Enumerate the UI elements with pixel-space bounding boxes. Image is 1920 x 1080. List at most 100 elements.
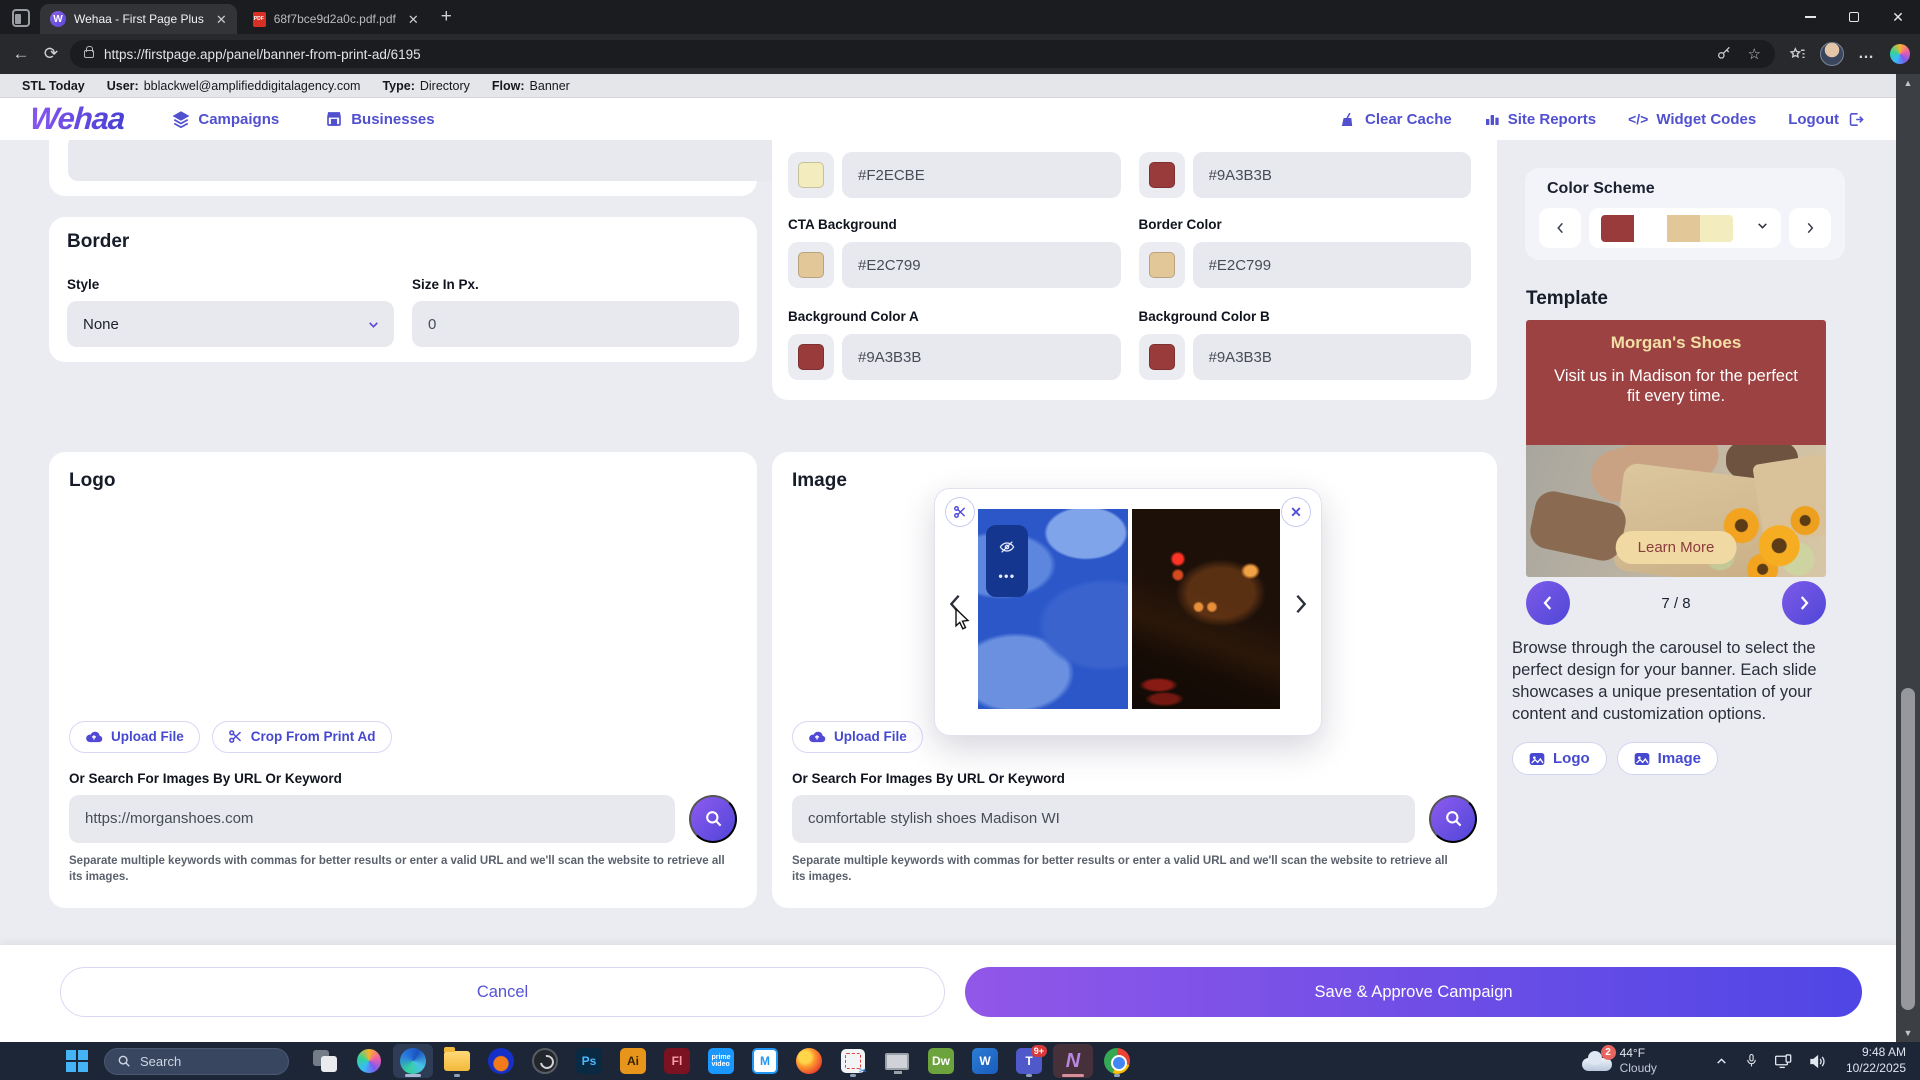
scheme-swatch-strip[interactable] bbox=[1589, 208, 1781, 248]
firefox-icon[interactable] bbox=[789, 1044, 829, 1078]
taskbar-search[interactable]: Search bbox=[104, 1048, 289, 1075]
background-color-b-input[interactable] bbox=[1193, 334, 1472, 380]
color-swatch-button[interactable] bbox=[788, 242, 834, 288]
chrome-icon[interactable] bbox=[1097, 1044, 1137, 1078]
logo-search-button[interactable] bbox=[689, 795, 737, 843]
volume-icon[interactable] bbox=[1809, 1054, 1826, 1069]
close-button[interactable]: ✕ bbox=[1876, 0, 1920, 34]
taskbar-copilot-icon[interactable] bbox=[349, 1044, 389, 1078]
task-view-icon[interactable] bbox=[305, 1044, 345, 1078]
template-prev-button[interactable] bbox=[1526, 581, 1570, 625]
color-swatch[interactable] bbox=[1149, 344, 1175, 370]
carousel-next-icon[interactable] bbox=[1293, 593, 1309, 620]
dreamweaver-icon[interactable]: Dw bbox=[921, 1044, 961, 1078]
image-search-input[interactable] bbox=[792, 795, 1415, 843]
banner-learn-more-button[interactable]: Learn More bbox=[1616, 531, 1737, 564]
wehaa-logo[interactable]: Wehaa bbox=[29, 101, 126, 137]
color-swatch-button[interactable] bbox=[788, 152, 834, 198]
site-reports-button[interactable]: Site Reports bbox=[1484, 111, 1596, 128]
logo-search-input[interactable] bbox=[69, 795, 675, 843]
color-swatch[interactable] bbox=[798, 344, 824, 370]
image-upload-file-button[interactable]: Upload File bbox=[792, 721, 923, 753]
tab-wehaa[interactable]: W Wehaa - First Page Plus ✕ bbox=[40, 4, 237, 34]
more-options-icon[interactable]: ••• bbox=[998, 569, 1015, 583]
cancel-button[interactable]: Cancel bbox=[60, 967, 945, 1017]
teams-icon[interactable]: T 9+ bbox=[1009, 1044, 1049, 1078]
scheme-dropdown-icon[interactable] bbox=[1756, 219, 1769, 237]
tab-actions-icon[interactable] bbox=[12, 9, 30, 27]
favorite-star-icon[interactable]: ☆ bbox=[1748, 45, 1761, 63]
scroll-down-icon[interactable]: ▼ bbox=[1896, 1028, 1920, 1038]
scheme-next-button[interactable] bbox=[1789, 208, 1831, 248]
illustrator-icon[interactable]: Ai bbox=[613, 1044, 653, 1078]
eye-off-icon[interactable] bbox=[999, 539, 1015, 555]
border-style-select[interactable] bbox=[67, 301, 394, 347]
template-image-button[interactable]: Image bbox=[1617, 742, 1718, 775]
border-style-value[interactable] bbox=[67, 301, 394, 347]
widget-codes-button[interactable]: </> Widget Codes bbox=[1628, 111, 1756, 128]
new-tab-button[interactable]: + bbox=[441, 6, 452, 28]
carousel-image-night-street[interactable] bbox=[1132, 509, 1280, 709]
border-size-input[interactable] bbox=[412, 301, 739, 347]
nav-businesses[interactable]: Businesses bbox=[325, 110, 434, 128]
copilot-icon[interactable] bbox=[1890, 44, 1910, 64]
logout-button[interactable]: Logout bbox=[1788, 111, 1864, 128]
refresh-icon[interactable]: ⟳ bbox=[36, 44, 66, 64]
cta-background-input[interactable] bbox=[842, 242, 1121, 288]
popup-crop-button[interactable] bbox=[945, 497, 975, 527]
template-preview-banner[interactable]: Morgan's Shoes Visit us in Madison for t… bbox=[1526, 320, 1826, 577]
microphone-icon[interactable] bbox=[1745, 1053, 1758, 1069]
color-swatch[interactable] bbox=[798, 252, 824, 278]
template-logo-button[interactable]: Logo bbox=[1512, 742, 1607, 775]
color-swatch[interactable] bbox=[1149, 252, 1175, 278]
obs-icon[interactable] bbox=[525, 1044, 565, 1078]
carousel-image-selected[interactable]: ••• bbox=[978, 509, 1128, 709]
color-hex-input[interactable] bbox=[842, 152, 1121, 198]
scroll-up-icon[interactable]: ▲ bbox=[1896, 78, 1920, 88]
back-icon[interactable]: ← bbox=[6, 44, 36, 64]
tab-close-icon[interactable]: ✕ bbox=[408, 13, 419, 26]
photoshop-icon[interactable]: Ps bbox=[569, 1044, 609, 1078]
word-icon[interactable]: W bbox=[965, 1044, 1005, 1078]
m-app-icon[interactable]: M bbox=[745, 1044, 785, 1078]
weather-widget[interactable]: 2 44°F Cloudy bbox=[1582, 1046, 1657, 1076]
browser-menu-icon[interactable]: … bbox=[1858, 45, 1876, 63]
prime-video-icon[interactable]: primevideo bbox=[701, 1044, 741, 1078]
color-swatch-button[interactable] bbox=[1139, 334, 1185, 380]
animate-icon[interactable]: Fl bbox=[657, 1044, 697, 1078]
template-next-button[interactable] bbox=[1782, 581, 1826, 625]
color-swatch[interactable] bbox=[1149, 162, 1175, 188]
minimize-button[interactable] bbox=[1788, 0, 1832, 34]
nav-campaigns[interactable]: Campaigns bbox=[172, 110, 279, 128]
profile-avatar[interactable] bbox=[1820, 42, 1844, 66]
favorites-bar-icon[interactable] bbox=[1789, 46, 1806, 63]
tab-pdf[interactable]: 68f7bce9d2a0c.pdf.pdf ✕ bbox=[243, 4, 429, 34]
maximize-button[interactable] bbox=[1832, 0, 1876, 34]
text-field-partial[interactable] bbox=[68, 140, 776, 181]
address-bar[interactable]: https://firstpage.app/panel/banner-from-… bbox=[70, 40, 1775, 68]
visual-studio-icon[interactable]: N bbox=[1053, 1044, 1093, 1078]
scheme-prev-button[interactable] bbox=[1539, 208, 1581, 248]
logo-upload-file-button[interactable]: Upload File bbox=[69, 721, 200, 753]
scrollbar-thumb[interactable] bbox=[1901, 688, 1915, 1010]
popup-close-button[interactable]: ✕ bbox=[1281, 497, 1311, 527]
audacity-icon[interactable] bbox=[481, 1044, 521, 1078]
snipping-tool-icon[interactable] bbox=[833, 1044, 873, 1078]
hidden-icons-chevron[interactable] bbox=[1715, 1055, 1728, 1068]
clear-cache-button[interactable]: Clear Cache bbox=[1340, 111, 1452, 128]
password-key-icon[interactable] bbox=[1716, 46, 1732, 62]
edge-icon[interactable] bbox=[393, 1044, 433, 1078]
remote-desktop-icon[interactable] bbox=[877, 1044, 917, 1078]
color-swatch[interactable] bbox=[798, 162, 824, 188]
color-hex-input[interactable] bbox=[1193, 152, 1472, 198]
color-swatch-button[interactable] bbox=[1139, 242, 1185, 288]
border-color-input[interactable] bbox=[1193, 242, 1472, 288]
browser-scrollbar[interactable]: ▲ ▼ bbox=[1896, 74, 1920, 1042]
image-search-button[interactable] bbox=[1429, 795, 1477, 843]
background-color-a-input[interactable] bbox=[842, 334, 1121, 380]
color-swatch-button[interactable] bbox=[1139, 152, 1185, 198]
display-cast-icon[interactable] bbox=[1775, 1054, 1792, 1069]
save-approve-button[interactable]: Save & Approve Campaign bbox=[965, 967, 1862, 1017]
url-text[interactable]: https://firstpage.app/panel/banner-from-… bbox=[104, 47, 421, 62]
start-button[interactable] bbox=[66, 1050, 88, 1072]
